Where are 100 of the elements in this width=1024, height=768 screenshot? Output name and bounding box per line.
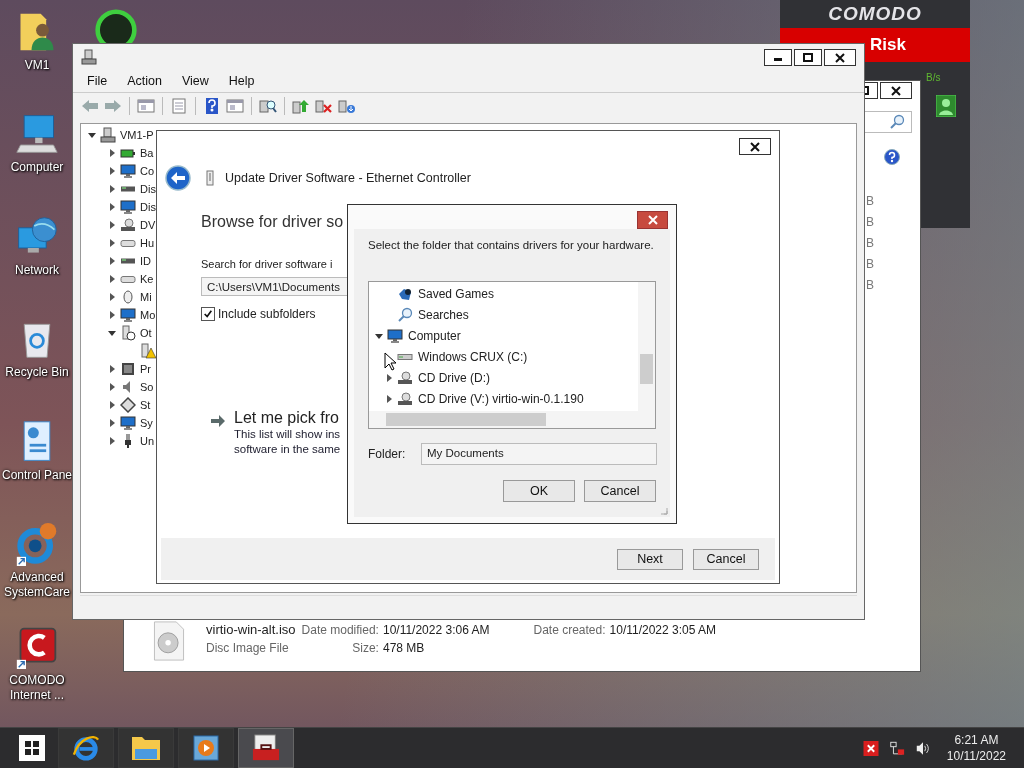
pane-icon[interactable] [137, 98, 155, 114]
tree-item[interactable]: VM1-P [120, 129, 154, 141]
caret-right-icon[interactable] [108, 437, 116, 445]
arrow-icon[interactable] [210, 414, 226, 428]
menu-item[interactable]: View [181, 74, 209, 88]
caret-right-icon[interactable] [108, 401, 116, 409]
horizontal-scrollbar[interactable] [369, 411, 655, 428]
tree-item[interactable]: Mo [140, 309, 156, 321]
icon-label[interactable]: Advanced SystemCare [1, 570, 73, 601]
tree-item[interactable]: Searches [418, 307, 469, 322]
tree-item[interactable]: CD Drive (V:) virtio-win-0.1.190 [418, 391, 584, 406]
tree-item[interactable]: Mi [140, 291, 152, 303]
minimize-button[interactable] [764, 49, 792, 66]
caret-right-icon[interactable] [108, 257, 116, 265]
dialog-button[interactable]: OK [503, 480, 575, 502]
caret-right-icon[interactable] [385, 373, 393, 382]
dialog-button[interactable]: Cancel [693, 548, 759, 570]
caret-right-icon[interactable] [108, 203, 116, 211]
field-value: 10/11/2022 3:06 AM [382, 622, 490, 639]
taskbar-button[interactable] [178, 728, 234, 768]
tree-item[interactable]: Windows CRUX (C:) [418, 349, 528, 364]
tree-item[interactable]: Dis [140, 201, 156, 213]
tree-item[interactable]: Computer [408, 328, 461, 343]
clock[interactable]: 6:21 AM 10/11/2022 [940, 728, 1024, 768]
caret-right-icon[interactable] [108, 221, 116, 229]
tree-item[interactable]: Ot [140, 327, 152, 339]
taskbar-button[interactable] [238, 728, 294, 768]
caret-right-icon[interactable] [108, 275, 116, 283]
caret-right-icon[interactable] [108, 365, 116, 373]
caret-right-icon[interactable] [108, 167, 116, 175]
tree-item[interactable]: ID [140, 255, 151, 267]
tree-item[interactable]: Un [140, 435, 155, 447]
icon-label[interactable]: VM1 [1, 58, 73, 73]
resize-grip-icon [658, 505, 668, 515]
close-button[interactable] [880, 82, 912, 99]
menu-item[interactable]: Action [127, 74, 162, 88]
caret-right-icon[interactable] [108, 419, 116, 427]
taskbar-button[interactable] [58, 728, 114, 768]
network-icon[interactable] [888, 740, 905, 756]
help-icon[interactable] [884, 149, 900, 165]
caret-right-icon[interactable] [385, 394, 393, 403]
icon-label[interactable]: COMODO Internet ... [1, 672, 73, 703]
icon-label[interactable]: Computer [1, 160, 73, 176]
caret-right-icon[interactable] [108, 383, 116, 391]
minimize-icon [774, 58, 782, 61]
ring-icon[interactable] [94, 8, 138, 43]
taskbar-button[interactable] [118, 728, 174, 768]
link[interactable]: Let me pick fro [234, 409, 341, 427]
caret-right-icon[interactable] [108, 311, 116, 319]
menu-item[interactable]: File [87, 74, 108, 88]
menu-item[interactable]: Help [228, 74, 255, 88]
caret-right-icon[interactable] [108, 239, 116, 247]
cursor-icon [384, 352, 396, 371]
volume-icon[interactable] [914, 740, 931, 756]
scan-icon[interactable] [259, 98, 277, 114]
pane-icon[interactable] [226, 98, 244, 114]
icon-label[interactable]: Control Pane [1, 467, 73, 483]
help-icon[interactable] [203, 98, 221, 114]
close-button[interactable] [637, 211, 668, 229]
checkbox[interactable] [201, 307, 215, 321]
close-button[interactable] [739, 138, 771, 155]
tree-item[interactable]: Hu [140, 237, 155, 249]
tree-item[interactable]: Ke [140, 273, 154, 285]
monitor-icon [387, 327, 403, 344]
tree-item[interactable]: Ba [140, 147, 154, 159]
close-button[interactable] [824, 49, 856, 66]
tree-item[interactable]: Pr [140, 363, 151, 375]
icon-label[interactable]: Recycle Bin [1, 365, 73, 381]
tree-item[interactable]: CD Drive (D:) [418, 370, 490, 385]
caret-down-icon[interactable] [108, 329, 116, 337]
dialog-button[interactable]: Cancel [584, 480, 656, 502]
size-text: B [866, 277, 874, 294]
tree-item[interactable]: So [140, 381, 154, 393]
tree-item[interactable]: Sy [140, 417, 153, 429]
vertical-scrollbar[interactable] [638, 282, 655, 411]
user-icon[interactable] [936, 95, 956, 117]
icon-label[interactable]: Network [1, 262, 73, 278]
caret-right-icon[interactable] [108, 149, 116, 157]
dialog-button[interactable]: Next [617, 548, 683, 570]
device-icon [120, 325, 136, 341]
tree-item[interactable]: DV [140, 219, 156, 231]
download-icon[interactable] [338, 98, 356, 114]
tree-item[interactable]: St [140, 399, 151, 411]
tree-item[interactable]: Co [140, 165, 155, 177]
folder-field[interactable]: My Documents [421, 443, 657, 465]
upload-icon[interactable] [292, 98, 310, 114]
caret-right-icon[interactable] [108, 185, 116, 193]
caret-down-icon[interactable] [88, 131, 96, 139]
adapter-icon [205, 170, 215, 186]
diamond-icon [120, 397, 136, 413]
caret-right-icon[interactable] [108, 293, 116, 301]
remove-icon[interactable] [315, 98, 333, 114]
mouse-icon [120, 289, 136, 305]
x-badge-icon[interactable] [862, 740, 879, 756]
field-label: Search for driver software i [201, 258, 333, 270]
caret-down-icon[interactable] [375, 331, 383, 340]
tree-item[interactable]: Dis [140, 183, 156, 195]
ring-shortcut-icon[interactable] [15, 522, 59, 567]
maximize-button[interactable] [794, 49, 822, 66]
checkbox-label[interactable]: Include subfolders [218, 307, 316, 321]
